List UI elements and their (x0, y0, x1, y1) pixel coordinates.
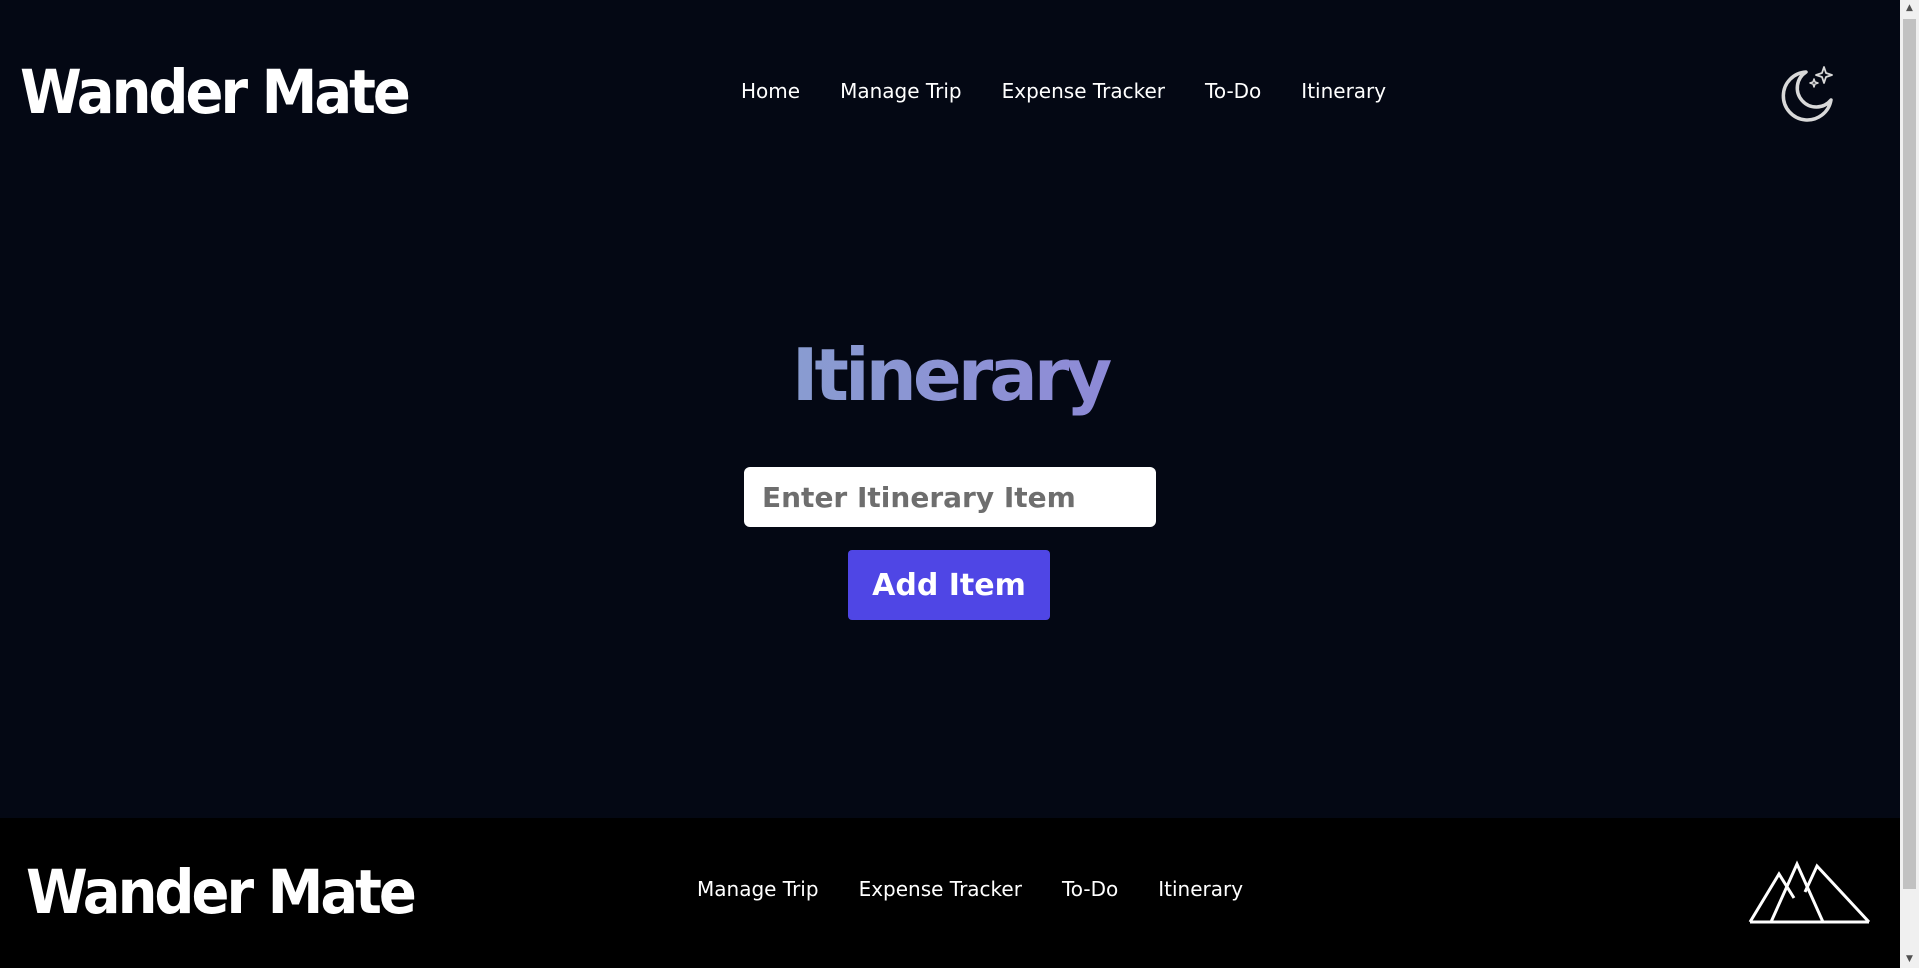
page-title: Itinerary (0, 330, 1900, 420)
scroll-down-arrow-icon[interactable]: ▼ (1900, 951, 1919, 968)
footer-nav-itinerary[interactable]: Itinerary (1158, 876, 1243, 902)
footer-brand-mark (1747, 858, 1873, 926)
nav-itinerary[interactable]: Itinerary (1301, 78, 1386, 104)
moon-stars-icon (1781, 66, 1833, 122)
footer-logo[interactable]: Wander Mate (26, 856, 417, 932)
footer-nav: Manage Trip Expense Tracker To-Do Itiner… (697, 876, 1283, 902)
nav-expense-tracker[interactable]: Expense Tracker (1002, 78, 1165, 104)
theme-toggle-button[interactable] (1776, 62, 1840, 126)
scroll-up-arrow-icon[interactable]: ▲ (1900, 0, 1919, 17)
scrollbar-thumb[interactable] (1903, 19, 1916, 889)
vertical-scrollbar[interactable]: ▲ ▼ (1900, 0, 1919, 968)
page: Wander Mate Home Manage Trip Expense Tra… (0, 0, 1900, 968)
itinerary-item-input[interactable] (744, 467, 1156, 527)
nav-to-do[interactable]: To-Do (1205, 78, 1261, 104)
site-footer: Wander Mate Manage Trip Expense Tracker … (0, 818, 1900, 968)
footer-nav-to-do[interactable]: To-Do (1062, 876, 1118, 902)
header-logo[interactable]: Wander Mate (20, 56, 411, 132)
site-header: Wander Mate Home Manage Trip Expense Tra… (0, 0, 1900, 184)
footer-nav-manage-trip[interactable]: Manage Trip (697, 876, 819, 902)
add-item-button[interactable]: Add Item (848, 550, 1050, 620)
mountains-icon (1748, 860, 1871, 924)
main-nav: Home Manage Trip Expense Tracker To-Do I… (741, 78, 1426, 104)
nav-home[interactable]: Home (741, 78, 800, 104)
footer-nav-expense-tracker[interactable]: Expense Tracker (859, 876, 1022, 902)
nav-manage-trip[interactable]: Manage Trip (840, 78, 962, 104)
